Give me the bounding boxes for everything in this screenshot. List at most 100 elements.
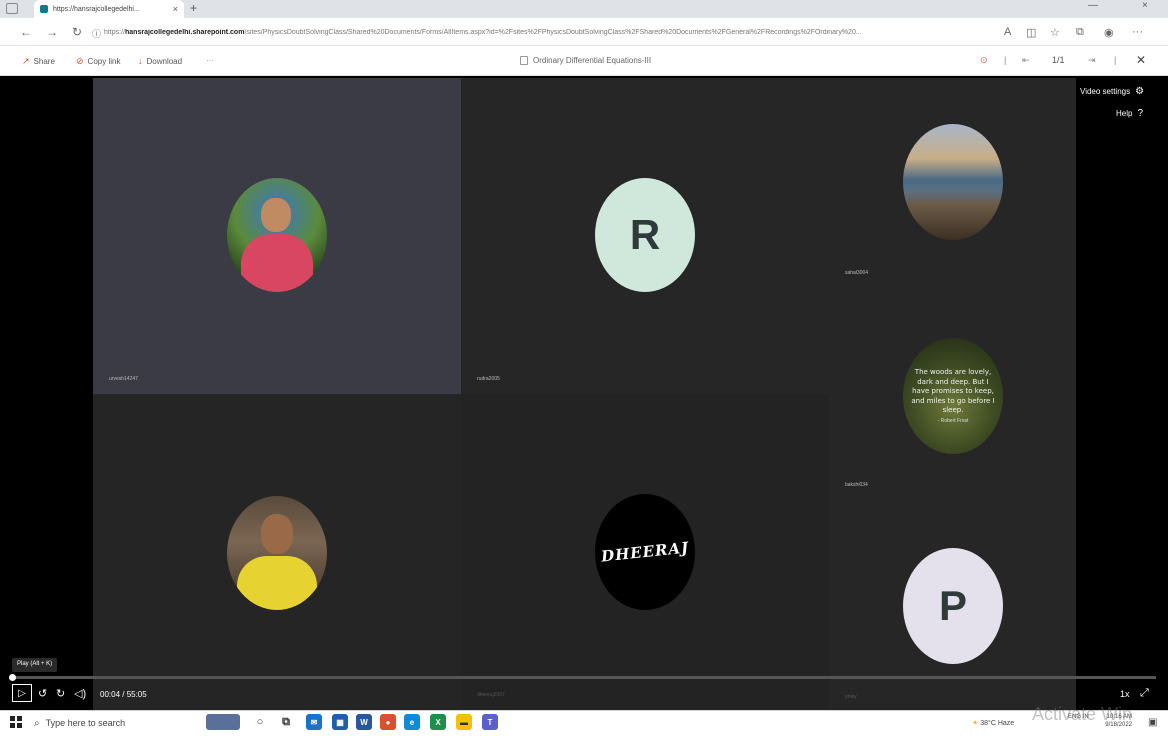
- site-info-icon[interactable]: ⓘ: [92, 27, 101, 40]
- share-label: Share: [33, 57, 55, 66]
- notifications-icon[interactable]: ▣: [1148, 717, 1157, 728]
- weather-widget[interactable]: ☀ 38°C Haze: [972, 719, 1014, 727]
- participant-name: rudra2005: [477, 376, 500, 382]
- refresh-icon[interactable]: ↻: [72, 25, 82, 39]
- word-app-icon[interactable]: W: [356, 714, 372, 730]
- initial-avatar: R: [595, 178, 695, 292]
- document-title-text: Ordinary Differential Equations-III: [533, 56, 652, 65]
- participant-tile: [93, 394, 461, 710]
- previous-file-icon[interactable]: ⇤: [1022, 55, 1030, 66]
- new-tab-icon[interactable]: +: [190, 1, 197, 15]
- more-menu-icon[interactable]: ···: [1132, 26, 1143, 38]
- avatar-quote-text: The woods are lovely, dark and deep. But…: [911, 368, 995, 415]
- help-button[interactable]: Help ?: [1116, 108, 1143, 119]
- avatar-initial: R: [629, 211, 661, 258]
- page-count: 1/1: [1052, 55, 1065, 65]
- edge-app-icon[interactable]: e: [404, 714, 420, 730]
- windows-start-icon[interactable]: [10, 716, 22, 728]
- search-icon: ⌕: [34, 717, 40, 729]
- playback-speed-button[interactable]: 1x: [1120, 689, 1130, 699]
- favorites-icon[interactable]: ☆: [1050, 26, 1060, 39]
- cortana-icon[interactable]: ○: [252, 714, 268, 730]
- participant-tile: urvesh14247: [93, 78, 461, 394]
- share-icon: ↗: [22, 56, 30, 66]
- participant-name: urvesh14247: [109, 376, 138, 382]
- more-actions-button[interactable]: ···: [206, 56, 214, 65]
- extensions-icon[interactable]: ◫: [1026, 26, 1036, 39]
- collections-icon[interactable]: ⧉: [1076, 26, 1084, 39]
- download-label: Download: [146, 56, 183, 66]
- browser-tab[interactable]: https://hansrajcollegedelhi... ×: [34, 0, 184, 18]
- weather-icon: ☀: [972, 720, 979, 727]
- taskbar-widget-icon[interactable]: [206, 714, 240, 730]
- progress-bar[interactable]: [10, 676, 1156, 679]
- shirt-shape: [237, 556, 317, 610]
- tab-title: https://hansrajcollegedelhi...: [53, 5, 140, 13]
- taskbar-search[interactable]: ⌕ Type here to search: [34, 713, 194, 733]
- teams-app-icon[interactable]: T: [482, 714, 498, 730]
- close-viewer-icon[interactable]: ✕: [1136, 53, 1146, 67]
- tab-actions-icon[interactable]: [6, 3, 18, 14]
- url-domain: hansrajcollegedelhi.sharepoint.com: [125, 29, 245, 36]
- progress-scrubber[interactable]: [9, 674, 16, 681]
- calendar-app-icon[interactable]: ▦: [332, 714, 348, 730]
- quote-avatar: The woods are lovely, dark and deep. But…: [903, 338, 1003, 454]
- mail-app-icon[interactable]: ✉: [306, 714, 322, 730]
- back-icon[interactable]: ←: [20, 25, 32, 39]
- video-file-icon: [520, 56, 528, 65]
- volume-icon[interactable]: ◁): [74, 687, 86, 700]
- forward-icon[interactable]: →: [46, 25, 58, 39]
- excel-app-icon[interactable]: X: [430, 714, 446, 730]
- share-button[interactable]: ↗ Share: [22, 56, 55, 67]
- participant-avatar: [903, 124, 1003, 240]
- url-prefix: https://: [104, 29, 126, 36]
- download-icon: ↓: [138, 56, 143, 66]
- profile-icon[interactable]: ◉: [1104, 26, 1114, 39]
- document-title: Ordinary Differential Equations-III: [520, 56, 651, 65]
- participant-tile: DHEERAJ dheeraj2007: [461, 394, 829, 710]
- task-view-icon[interactable]: ⧉: [278, 714, 294, 730]
- close-tab-icon[interactable]: ×: [173, 4, 178, 14]
- participant-name: bakshi034: [845, 482, 868, 488]
- close-window-icon[interactable]: ×: [1142, 0, 1148, 11]
- playback-time: 00:04 / 55:05: [100, 690, 147, 699]
- minimize-icon[interactable]: —: [1088, 0, 1098, 11]
- sharepoint-favicon-icon: [40, 5, 48, 13]
- copy-link-label: Copy link: [87, 57, 121, 66]
- participant-avatar: [227, 178, 327, 292]
- url-field[interactable]: https://hansrajcollegedelhi.sharepoint.c…: [104, 29, 984, 36]
- weather-text: 38°C Haze: [980, 720, 1015, 727]
- play-tooltip: Play (Alt + K): [12, 658, 58, 672]
- participant-tile: sahal3004: [829, 78, 1076, 290]
- help-icon: ?: [1137, 108, 1144, 119]
- participant-avatar: [227, 496, 327, 610]
- chrome-app-icon[interactable]: ●: [380, 714, 396, 730]
- fullscreen-icon[interactable]: ⤢: [1140, 687, 1149, 700]
- search-placeholder: Type here to search: [45, 718, 126, 728]
- avatar-initial: P: [938, 582, 967, 629]
- divider: |: [1004, 55, 1007, 65]
- video-settings-button[interactable]: Video settings ⚙: [1080, 86, 1144, 97]
- shirt-shape: [241, 234, 313, 292]
- read-aloud-icon[interactable]: A: [1004, 26, 1011, 38]
- rewind-icon[interactable]: ↺: [38, 687, 47, 700]
- avatar-quote-author: - Robert Frost: [937, 417, 969, 424]
- url-path: /sites/PhysicsDoubtSolvingClass/Shared%2…: [244, 29, 862, 36]
- face-shape: [261, 514, 293, 554]
- help-label: Help: [1116, 109, 1133, 118]
- play-button[interactable]: ▷: [12, 684, 32, 702]
- forward-skip-icon[interactable]: ↻: [56, 687, 65, 700]
- download-button[interactable]: ↓ Download: [138, 56, 182, 66]
- face-shape: [261, 198, 291, 232]
- next-file-icon[interactable]: ⇥: [1088, 55, 1096, 66]
- link-icon: ⊘: [76, 56, 84, 66]
- divider: |: [1114, 55, 1117, 65]
- copy-link-button[interactable]: ⊘ Copy link: [76, 56, 120, 67]
- activate-windows-watermark: Activate Win: [1032, 704, 1133, 724]
- participant-tile: The woods are lovely, dark and deep. But…: [829, 290, 1076, 500]
- participant-name: pinky: [845, 694, 857, 700]
- file-explorer-icon[interactable]: ▬: [456, 714, 472, 730]
- settings-icon: ⚙: [1135, 86, 1145, 97]
- more-actions-label: ···: [206, 56, 214, 65]
- alert-icon[interactable]: ⊙: [980, 55, 988, 66]
